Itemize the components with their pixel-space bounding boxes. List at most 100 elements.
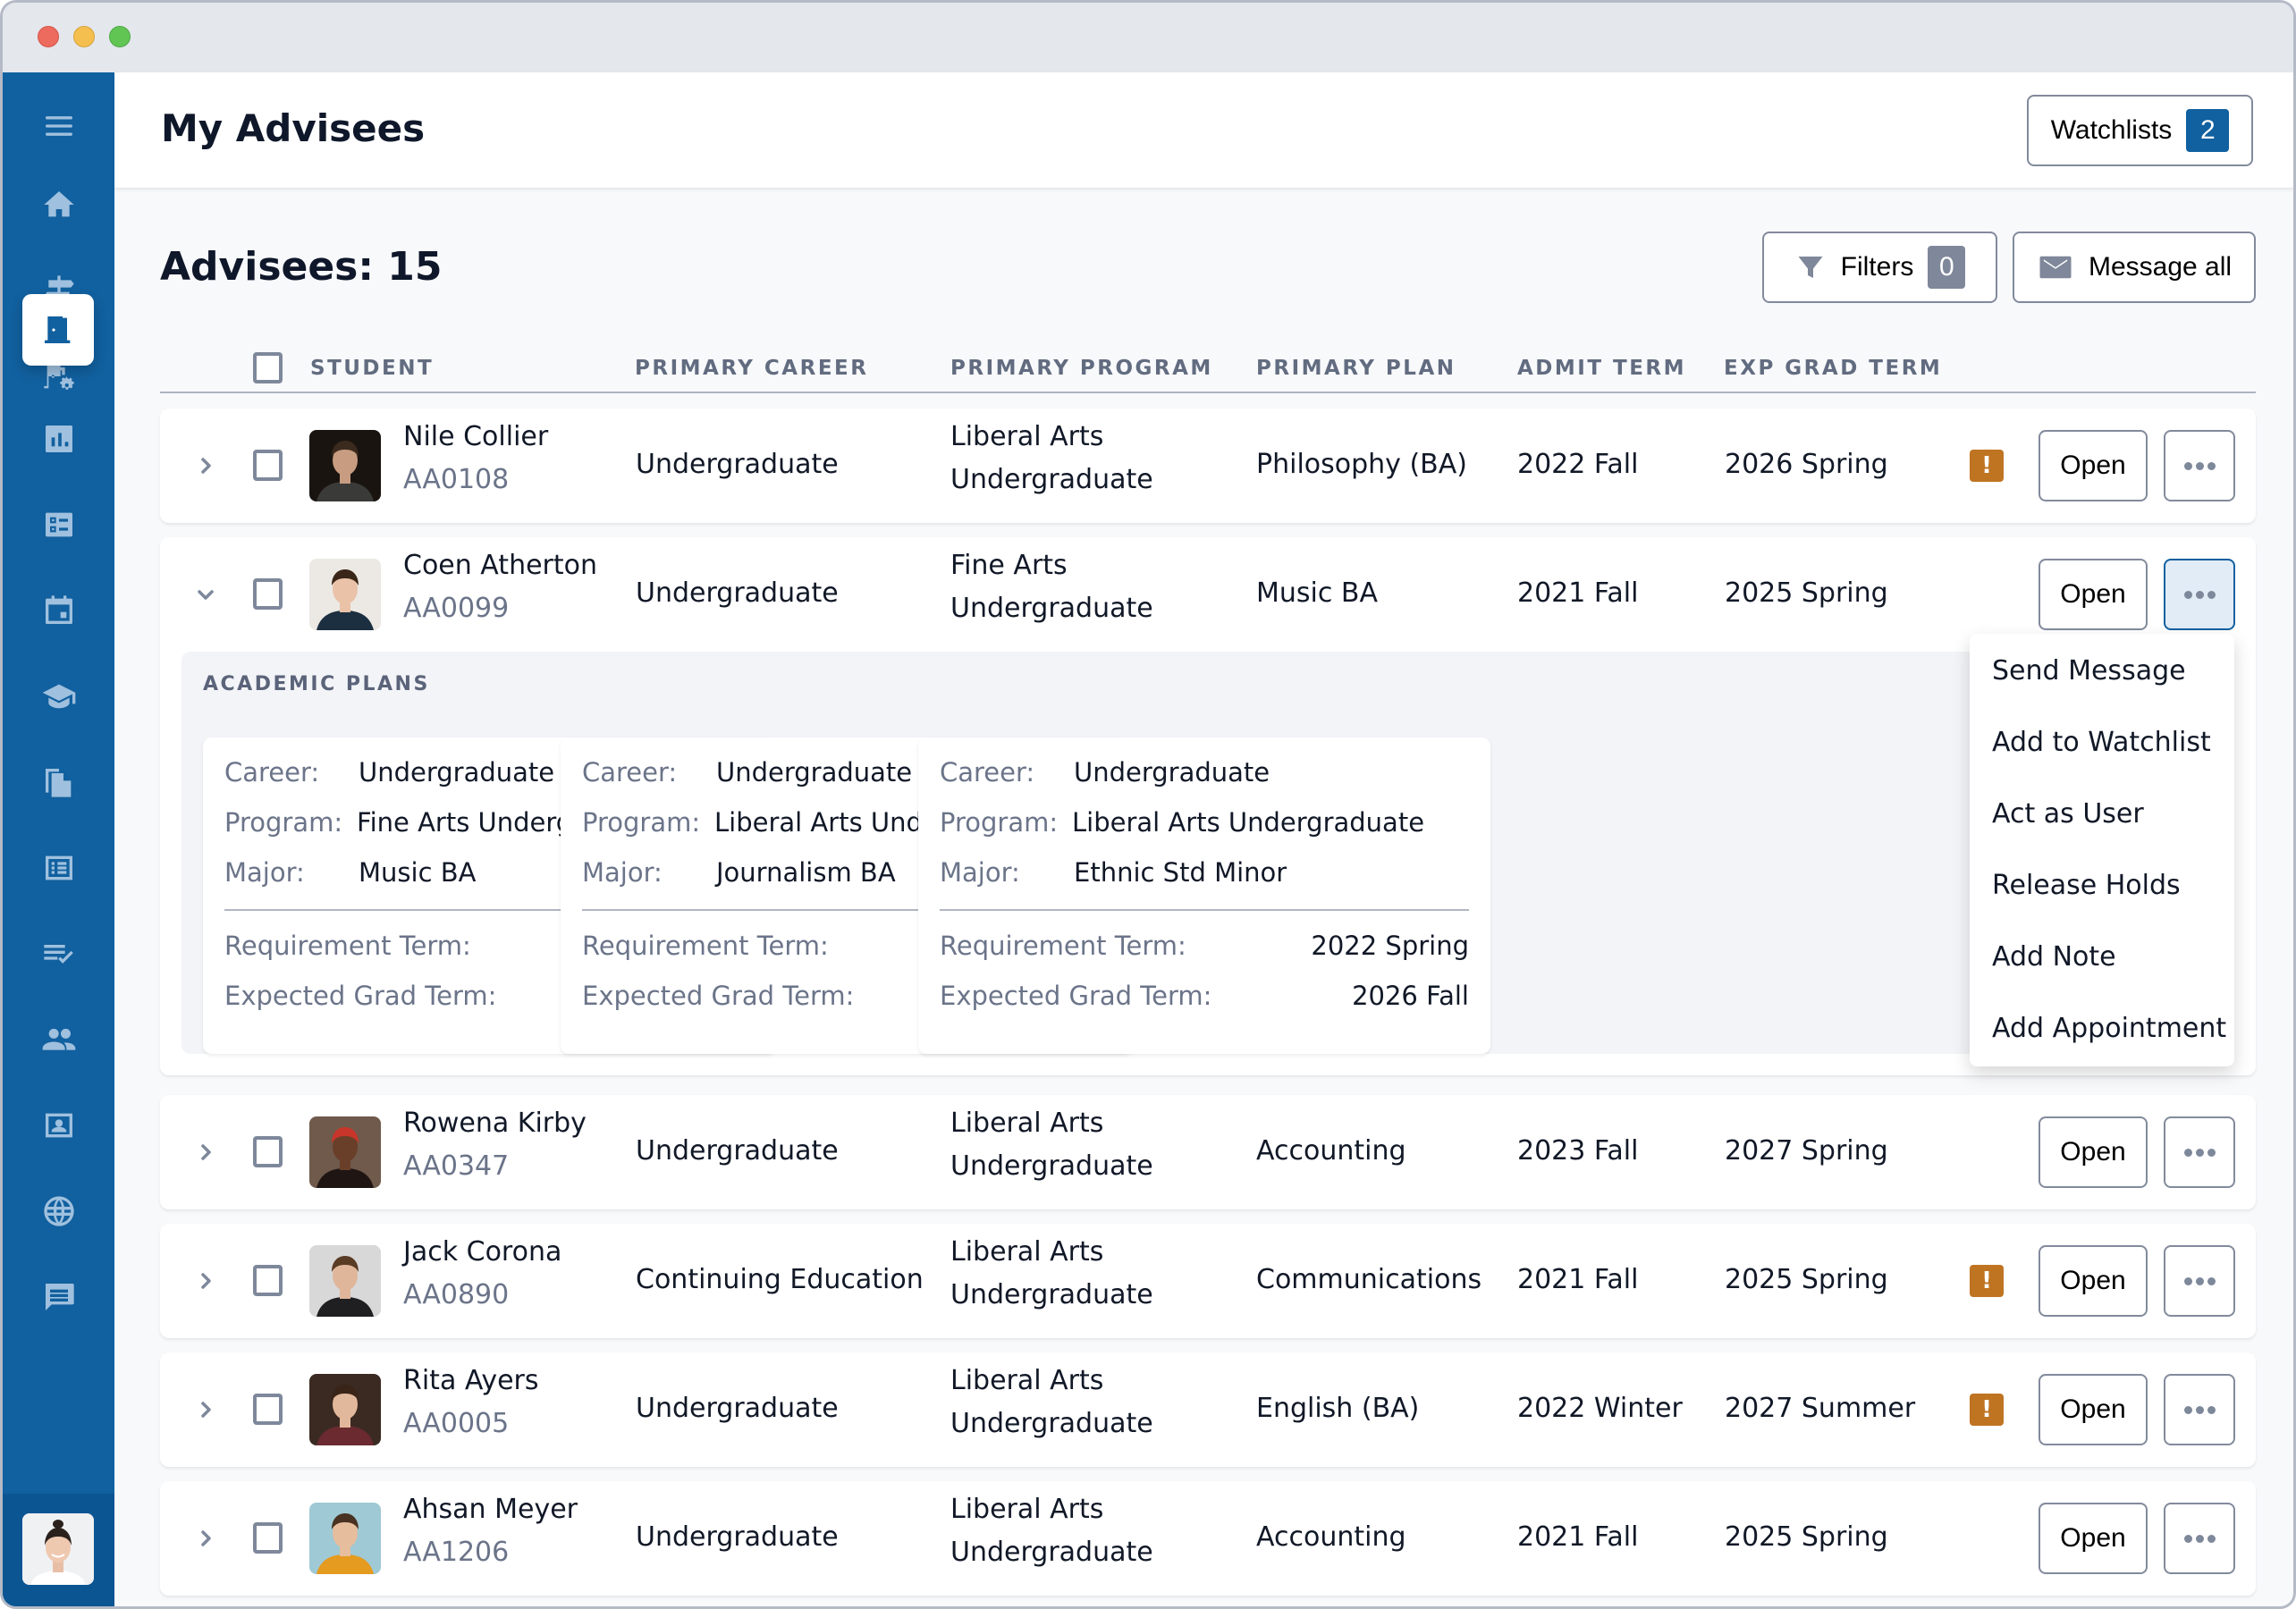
student-id: AA0005 bbox=[403, 1408, 510, 1439]
column-header-exp-grad-term[interactable]: EXP GRAD TERM bbox=[1724, 357, 1942, 380]
admit-term: 2021 Fall bbox=[1517, 1521, 1639, 1553]
list-view-icon[interactable] bbox=[3, 498, 114, 552]
student-name[interactable]: Ahsan Meyer bbox=[403, 1494, 578, 1525]
alert-badge[interactable]: ! bbox=[1970, 1265, 2004, 1297]
graduation-cap-icon[interactable] bbox=[3, 670, 114, 723]
student-avatar bbox=[309, 1374, 381, 1445]
message-all-button[interactable]: Message all bbox=[2013, 232, 2256, 303]
more-actions-button[interactable] bbox=[2164, 1503, 2235, 1574]
expand-row-button[interactable] bbox=[194, 1527, 217, 1550]
primary-program-line2: Undergraduate bbox=[950, 464, 1153, 495]
open-student-button[interactable]: Open bbox=[2039, 1503, 2148, 1574]
open-student-button[interactable]: Open bbox=[2039, 1245, 2148, 1317]
bar-chart-icon[interactable] bbox=[3, 412, 114, 466]
open-student-button[interactable]: Open bbox=[2039, 430, 2148, 501]
plan-program-value: Liberal Arts Undergraduate bbox=[1072, 807, 1425, 838]
alert-badge[interactable]: ! bbox=[1970, 450, 2004, 482]
more-actions-button[interactable] bbox=[2164, 1245, 2235, 1317]
menu-icon[interactable] bbox=[3, 99, 114, 153]
academic-plans-title: ACADEMIC PLANS bbox=[203, 673, 430, 695]
more-actions-button[interactable] bbox=[2164, 430, 2235, 501]
student-name[interactable]: Jack Corona bbox=[403, 1236, 561, 1268]
table-row: Coen Atherton AA0099 Undergraduate Fine Art… bbox=[160, 537, 2256, 1075]
expand-row-button[interactable] bbox=[194, 1269, 217, 1293]
plan-major-value: Music BA bbox=[359, 857, 477, 888]
expand-row-button[interactable] bbox=[194, 1141, 217, 1164]
admit-term: 2023 Fall bbox=[1517, 1135, 1639, 1167]
row-select-checkbox[interactable] bbox=[253, 1394, 283, 1425]
calendar-icon[interactable] bbox=[3, 584, 114, 637]
column-header-admit-term[interactable]: ADMIT TERM bbox=[1517, 357, 1686, 380]
plan-expected-grad-term-label: Expected Grad Term: bbox=[940, 981, 1212, 1011]
column-header-student[interactable]: STUDENT bbox=[310, 357, 434, 380]
chat-icon[interactable] bbox=[3, 1270, 114, 1324]
row-select-checkbox[interactable] bbox=[253, 578, 283, 610]
exp-grad-term: 2027 Summer bbox=[1725, 1393, 1916, 1424]
row-select-checkbox[interactable] bbox=[253, 450, 283, 481]
chevron-down-icon bbox=[198, 590, 214, 600]
user-avatar[interactable] bbox=[22, 1513, 94, 1585]
open-student-button[interactable]: Open bbox=[2039, 559, 2148, 630]
sidebar-user-section bbox=[3, 1494, 114, 1606]
alert-badge[interactable]: ! bbox=[1970, 1394, 2004, 1426]
list-detail-icon[interactable] bbox=[3, 841, 114, 895]
column-header-primary-program[interactable]: PRIMARY PROGRAM bbox=[950, 357, 1213, 380]
column-header-primary-career[interactable]: PRIMARY CAREER bbox=[635, 357, 868, 380]
more-actions-button[interactable] bbox=[2164, 1374, 2235, 1445]
open-student-button[interactable]: Open bbox=[2039, 1374, 2148, 1445]
home-icon[interactable] bbox=[3, 178, 114, 232]
contact-card-icon[interactable] bbox=[3, 1099, 114, 1152]
student-avatar bbox=[309, 430, 381, 501]
student-name[interactable]: Nile Collier bbox=[403, 421, 548, 452]
exclamation-icon: ! bbox=[1981, 1396, 1992, 1423]
student-id: AA0108 bbox=[403, 464, 510, 495]
menu-item-act-as-user[interactable]: Act as User bbox=[1992, 798, 2144, 830]
select-all-checkbox[interactable] bbox=[253, 352, 283, 383]
student-name[interactable]: Rita Ayers bbox=[403, 1365, 539, 1396]
filters-button[interactable]: Filters 0 bbox=[1762, 232, 1997, 303]
admit-term: 2022 Fall bbox=[1517, 449, 1639, 480]
menu-item-send-message[interactable]: Send Message bbox=[1992, 655, 2186, 687]
row-select-checkbox[interactable] bbox=[253, 1136, 283, 1167]
people-icon[interactable] bbox=[3, 1013, 114, 1066]
student-id: AA0347 bbox=[403, 1150, 510, 1182]
documents-icon[interactable] bbox=[3, 755, 114, 809]
exp-grad-term: 2025 Spring bbox=[1725, 1521, 1888, 1553]
plan-major-label: Major: bbox=[224, 857, 305, 888]
globe-icon[interactable] bbox=[3, 1184, 114, 1238]
close-window-button[interactable] bbox=[38, 26, 59, 47]
expand-row-button[interactable] bbox=[194, 1398, 217, 1421]
expand-row-button[interactable] bbox=[194, 454, 217, 477]
collapse-row-button[interactable] bbox=[194, 583, 217, 606]
chevron-right-icon bbox=[201, 1402, 211, 1418]
open-student-button[interactable]: Open bbox=[2039, 1116, 2148, 1188]
primary-career: Undergraduate bbox=[636, 1393, 839, 1424]
menu-item-add-note[interactable]: Add Note bbox=[1992, 941, 2116, 973]
exclamation-icon: ! bbox=[1981, 1268, 1992, 1294]
ellipsis-icon bbox=[2183, 461, 2216, 470]
student-name[interactable]: Rowena Kirby bbox=[403, 1108, 587, 1139]
maximize-window-button[interactable] bbox=[109, 26, 131, 47]
watchlists-button[interactable]: Watchlists 2 bbox=[2027, 95, 2253, 166]
minimize-window-button[interactable] bbox=[73, 26, 95, 47]
student-name[interactable]: Coen Atherton bbox=[403, 550, 597, 581]
ellipsis-icon bbox=[2183, 1534, 2216, 1543]
exp-grad-term: 2026 Spring bbox=[1725, 449, 1888, 480]
table-row: Ahsan Meyer AA1206 Undergraduate Liberal Ar… bbox=[160, 1481, 2256, 1596]
plan-program-label: Program: bbox=[940, 807, 1059, 838]
menu-item-add-appointment[interactable]: Add Appointment bbox=[1992, 1013, 2226, 1044]
plan-career-label: Career: bbox=[582, 757, 678, 788]
primary-plan: Music BA bbox=[1256, 577, 1378, 609]
menu-item-add-to-watchlist[interactable]: Add to Watchlist bbox=[1992, 727, 2211, 758]
sidebar-item-advisees[interactable] bbox=[22, 294, 94, 366]
column-header-primary-plan[interactable]: PRIMARY PLAN bbox=[1256, 357, 1456, 380]
row-select-checkbox[interactable] bbox=[253, 1522, 283, 1554]
checklist-icon[interactable] bbox=[3, 927, 114, 981]
page-title: My Advisees bbox=[161, 106, 426, 150]
admit-term: 2022 Winter bbox=[1517, 1393, 1683, 1424]
row-select-checkbox[interactable] bbox=[253, 1265, 283, 1296]
more-actions-button[interactable] bbox=[2164, 1116, 2235, 1188]
student-avatar bbox=[309, 1503, 381, 1574]
menu-item-release-holds[interactable]: Release Holds bbox=[1992, 870, 2181, 901]
more-actions-button[interactable] bbox=[2164, 559, 2235, 630]
